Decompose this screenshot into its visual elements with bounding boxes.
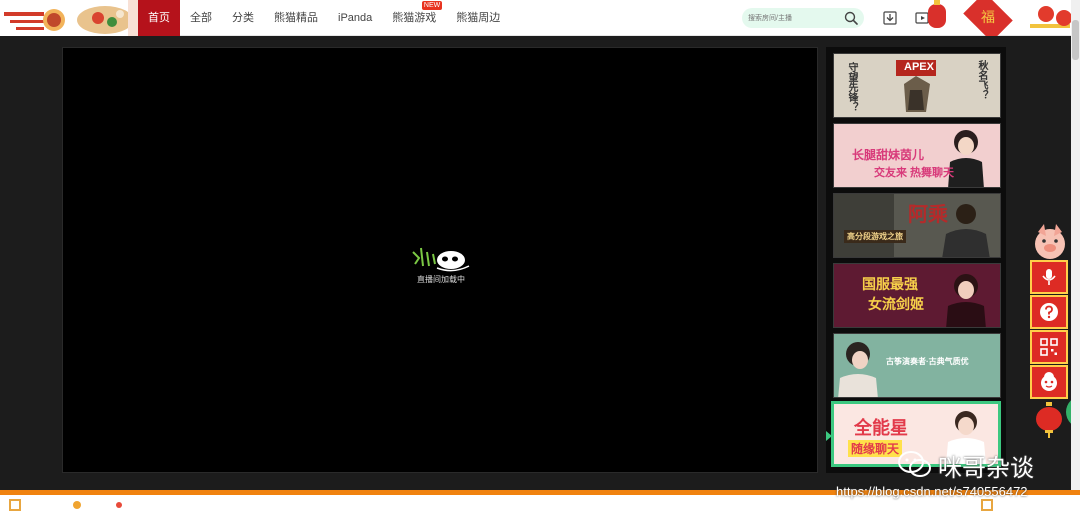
ornament-icon — [9, 499, 21, 511]
watermark-brand: 咪哥杂谈 — [898, 446, 1058, 482]
nav-item-home[interactable]: 首页 — [138, 0, 180, 36]
nav-item-category[interactable]: 分类 — [222, 0, 264, 36]
active-thumbnail-pointer — [826, 431, 832, 441]
voice-button[interactable] — [1030, 260, 1068, 294]
search-input[interactable] — [748, 10, 838, 26]
qr-code-button[interactable] — [1030, 330, 1068, 364]
wechat-icon — [898, 451, 931, 477]
nav-item-panda-games-label: 熊猫游戏 — [392, 12, 437, 24]
mascot-icon — [1041, 372, 1057, 391]
festive-logo[interactable] — [0, 0, 138, 36]
nav-item-panda-merch[interactable]: 熊猫周边 — [446, 0, 510, 36]
thumbnail-text: 长腿甜妹茵儿 — [852, 148, 925, 162]
thumbnail-text: 交友来 热舞聊天 — [874, 167, 955, 179]
watermark-url: https://blog.csdn.net/s740556472 — [836, 484, 1028, 499]
top-navigation-bar: 首页 全部 分类 熊猫精品 iPanda 熊猫游戏 NEW 熊猫周边 福 — [0, 0, 1080, 36]
watermark-brand-text: 咪哥杂谈 — [938, 455, 1034, 482]
thumbnail-text: 阿乘 — [908, 204, 948, 226]
help-icon — [1040, 303, 1058, 321]
thumbnail-text: APEX — [904, 61, 934, 73]
stream-thumbnail[interactable]: 阿乘 高分段游戏之旅 — [833, 193, 1001, 258]
nav-item-panda-games[interactable]: 熊猫游戏 NEW — [382, 0, 446, 36]
new-badge: NEW — [421, 1, 443, 10]
nav-item-ipanda[interactable]: iPanda — [328, 0, 382, 36]
thumbnail-text: 全能星 — [854, 418, 908, 438]
loading-text: 直播间加载中 — [417, 275, 465, 284]
firework-icon — [73, 501, 81, 509]
thumbnail-text: 古筝演奏者·古典气质优 — [886, 357, 969, 366]
thumbnail-text: 国服最强 — [862, 276, 918, 292]
stream-thumbnail[interactable]: 古筝演奏者·古典气质优 — [833, 333, 1001, 398]
search-box — [742, 8, 864, 28]
thumbnail-text: 高分段游戏之旅 — [844, 230, 906, 243]
scrollbar-thumb[interactable] — [1072, 20, 1079, 60]
search-icon[interactable] — [844, 11, 858, 25]
ornament-icon — [981, 499, 993, 511]
thumbnail-text: 守望先锋？ — [846, 62, 857, 112]
nav-item-panda-selected[interactable]: 熊猫精品 — [264, 0, 328, 36]
microphone-icon — [1042, 269, 1056, 285]
stream-thumbnail[interactable]: 长腿甜妹茵儿 交友来 热舞聊天 — [833, 123, 1001, 188]
stream-thumbnail[interactable]: 国服最强 女流剑姬 — [833, 263, 1001, 328]
thumbnail-text: 女流剑姬 — [868, 296, 924, 312]
stream-thumbnail[interactable]: APEX 守望先锋？ 秋名飞？ — [833, 53, 1001, 118]
pig-mascot-icon — [1035, 224, 1065, 259]
main-nav: 首页 全部 分类 熊猫精品 iPanda 熊猫游戏 NEW 熊猫周边 — [138, 0, 510, 36]
panda-loading-icon — [412, 247, 470, 272]
svg-text:福: 福 — [981, 10, 995, 26]
recommendation-sidebar: APEX 守望先锋？ 秋名飞？ 长腿甜妹茵儿 交友来 热舞聊天 阿乘 高分段游戏… — [826, 47, 1006, 473]
festive-decoration: 福 — [922, 0, 1080, 36]
help-button[interactable] — [1030, 295, 1068, 329]
firework-icon — [116, 502, 122, 508]
scrollbar[interactable] — [1071, 0, 1080, 512]
thumbnail-text: 随缘聊天 — [848, 440, 903, 457]
mascot-button[interactable] — [1030, 365, 1068, 399]
thumbnail-text: 秋名飞？ — [976, 60, 987, 100]
qr-code-icon — [1040, 338, 1058, 356]
nav-item-all[interactable]: 全部 — [180, 0, 222, 36]
loading-indicator: 直播间加载中 — [403, 244, 479, 290]
download-icon[interactable] — [882, 10, 898, 26]
lantern-icon — [1036, 402, 1062, 438]
floating-toolbar — [1030, 260, 1068, 402]
video-player[interactable]: 直播间加载中 — [62, 47, 818, 473]
